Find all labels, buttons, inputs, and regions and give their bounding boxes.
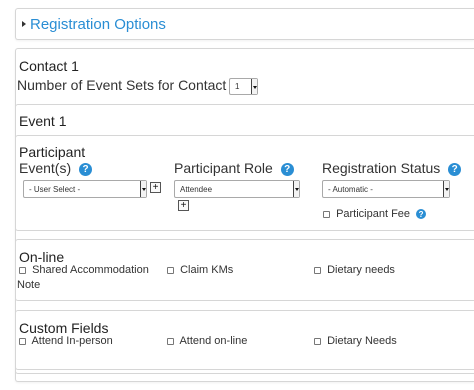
chevron-down-icon <box>293 181 299 197</box>
status-select-value: - Automatic - <box>328 184 373 194</box>
claim-kms-checkbox[interactable] <box>167 266 174 274</box>
events-help-icon[interactable]: ? <box>79 162 93 176</box>
dietary-needs-label: Dietary needs <box>327 264 395 276</box>
custom-dietary-needs-checkbox[interactable] <box>314 337 321 345</box>
participant-panel: Participant Event(s) ? - User Select - +… <box>15 135 474 231</box>
registration-options-panel[interactable]: Registration Options <box>15 8 474 40</box>
status-label-text: Registration Status <box>322 160 441 176</box>
role-select[interactable]: Attendee <box>174 180 300 198</box>
chevron-down-icon <box>140 181 146 197</box>
collapse-triangle-icon[interactable] <box>22 21 26 27</box>
status-label: Registration Status ? <box>322 160 462 176</box>
participant-title: Participant <box>19 144 86 160</box>
online-title: On-line <box>19 249 65 265</box>
add-event-button[interactable]: + <box>150 182 161 193</box>
event-title: Event 1 <box>19 113 67 129</box>
claim-kms-label: Claim KMs <box>180 264 234 276</box>
status-help-icon[interactable]: ? <box>448 162 462 176</box>
note-label: Note <box>17 279 41 291</box>
participant-fee-checkbox[interactable] <box>323 210 330 218</box>
attend-in-person-checkbox[interactable] <box>19 337 26 345</box>
participant-fee-label: Participant Fee <box>336 208 411 220</box>
attend-online-row: Attend on-line <box>167 335 247 347</box>
online-panel: On-line Shared Accommodation Claim KMs D… <box>15 239 474 301</box>
registration-options-link[interactable]: Registration Options <box>30 16 166 33</box>
contact-title: Contact 1 <box>19 58 79 74</box>
event-sets-label: Number of Event Sets for Contact 1 <box>17 77 238 93</box>
claim-kms-row: Claim KMs <box>167 264 233 276</box>
custom-dietary-needs-label: Dietary Needs <box>327 335 397 347</box>
status-select[interactable]: - Automatic - <box>322 180 450 198</box>
events-select-value: - User Select - <box>29 184 81 194</box>
fee-help-icon[interactable]: ? <box>416 209 427 220</box>
event-sets-value: 1 <box>235 82 240 91</box>
dietary-needs-checkbox[interactable] <box>314 266 321 274</box>
role-label: Participant Role ? <box>174 160 294 176</box>
attend-in-person-row: Attend In-person <box>19 335 113 347</box>
custom-dietary-needs-row: Dietary Needs <box>314 335 397 347</box>
custom-fields-title: Custom Fields <box>19 320 109 336</box>
events-label: Event(s) ? <box>19 160 93 176</box>
participant-fee-row: Participant Fee ? <box>323 208 427 220</box>
event-sets-select[interactable]: 1 <box>229 78 258 95</box>
chevron-down-icon <box>443 181 449 197</box>
dietary-needs-row: Dietary needs <box>314 264 395 276</box>
shared-accommodation-label: Shared Accommodation <box>32 264 149 276</box>
role-help-icon[interactable]: ? <box>280 162 294 176</box>
attend-in-person-label: Attend In-person <box>31 335 113 347</box>
events-select[interactable]: - User Select - <box>23 180 147 198</box>
attend-online-label: Attend on-line <box>179 335 248 347</box>
chevron-down-icon <box>251 79 257 94</box>
role-label-text: Participant Role <box>174 160 273 176</box>
shared-accommodation-checkbox[interactable] <box>19 266 26 274</box>
shared-accommodation-row: Shared Accommodation <box>19 264 149 276</box>
custom-fields-panel: Custom Fields Attend In-person Attend on… <box>15 310 474 370</box>
role-select-value: Attendee <box>180 184 213 194</box>
attend-online-checkbox[interactable] <box>167 337 174 345</box>
events-label-text: Event(s) <box>19 160 72 176</box>
add-role-button[interactable]: + <box>178 200 189 211</box>
